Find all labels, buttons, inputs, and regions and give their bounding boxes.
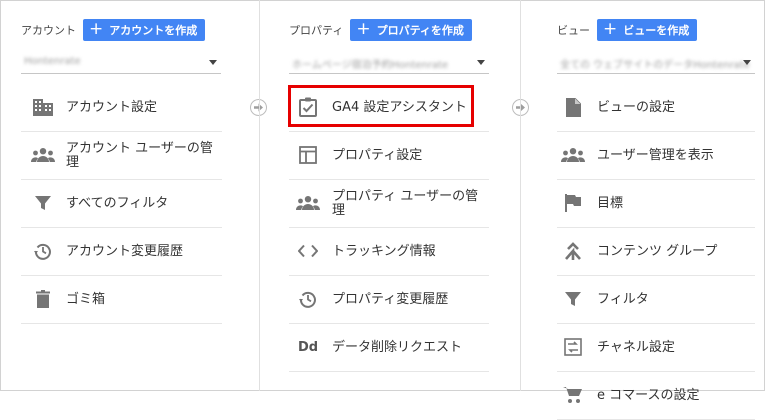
people-icon	[31, 145, 55, 165]
menu-item-account-settings[interactable]: アカウント設定	[21, 84, 222, 132]
create-property-button[interactable]: + プロパティを作成	[350, 19, 472, 41]
flag-icon	[561, 193, 585, 213]
chevron-down-icon	[743, 60, 751, 65]
menu-item-view-settings[interactable]: ビューの設定	[557, 84, 755, 132]
property-column: プロパティ + プロパティを作成 ホームページ宿泊予約Hontenrate GA…	[259, 0, 500, 391]
view-selector-value: 全ての ウェブサイトのデータHontenrate	[560, 60, 750, 71]
account-column-title: アカウント	[21, 24, 76, 37]
property-settings-icon	[296, 145, 320, 165]
dd-glyph: Dd	[297, 339, 319, 355]
channel-icon	[561, 337, 585, 357]
menu-item-label: アカウント ユーザーの管理	[66, 140, 213, 170]
menu-item-view-user-management[interactable]: ユーザー管理を表示	[557, 132, 755, 180]
filter-icon	[561, 289, 585, 309]
menu-item-content-grouping[interactable]: コンテンツ グループ	[557, 228, 755, 276]
ga4-setup-highlight-box	[288, 85, 474, 127]
account-menu: アカウント設定 アカウント ユーザーの管理 すべてのフィルタ アカウント変更履歴…	[21, 84, 222, 324]
cart-icon	[561, 385, 585, 405]
people-icon	[561, 145, 585, 165]
chevron-down-icon	[209, 60, 217, 65]
create-view-label: ビューを作成	[623, 24, 690, 37]
menu-item-label: プロパティ ユーザーの管理	[332, 188, 479, 218]
menu-item-property-change-history[interactable]: プロパティ変更履歴	[289, 276, 489, 324]
view-menu: ビューの設定 ユーザー管理を表示 目標 コンテンツ グループ フィルタ チャネル…	[557, 84, 755, 420]
menu-item-goals[interactable]: 目標	[557, 180, 755, 228]
menu-item-label: プロパティ変更履歴	[332, 291, 449, 307]
view-selector[interactable]: 全ての ウェブサイトのデータHontenrate	[557, 52, 755, 74]
chevron-down-icon	[477, 60, 485, 65]
menu-item-label: すべてのフィルタ	[66, 195, 169, 211]
property-selector-value: ホームページ宿泊予約Hontenrate	[292, 60, 449, 71]
menu-item-all-filters[interactable]: すべてのフィルタ	[21, 180, 222, 228]
menu-item-label: ユーザー管理を表示	[597, 147, 714, 163]
view-column-title: ビュー	[557, 24, 590, 37]
property-column-title: プロパティ	[289, 24, 344, 37]
menu-item-label: データ削除リクエスト	[332, 339, 463, 355]
menu-item-label: アカウント変更履歴	[66, 243, 184, 259]
menu-item-label: フィルタ	[597, 291, 649, 307]
menu-item-label: チャネル設定	[597, 339, 675, 355]
menu-item-label: ビューの設定	[597, 99, 676, 115]
plus-icon: +	[356, 19, 371, 39]
account-selector[interactable]: Hontenrate	[21, 52, 221, 74]
document-icon	[561, 97, 585, 117]
building-icon	[31, 97, 55, 117]
people-icon	[296, 193, 320, 213]
plus-icon: +	[603, 19, 618, 39]
account-column: アカウント + アカウントを作成 Hontenrate アカウント設定 アカウン…	[0, 0, 238, 391]
create-account-label: アカウントを作成	[109, 24, 198, 37]
menu-item-ecommerce-settings[interactable]: e コマースの設定	[557, 372, 755, 420]
menu-item-label: ゴミ箱	[66, 291, 106, 307]
menu-item-channel-settings[interactable]: チャネル設定	[557, 324, 755, 372]
view-column: ビュー + ビューを作成 全ての ウェブサイトのデータHontenrate ビュ…	[520, 0, 765, 420]
create-view-button[interactable]: + ビューを作成	[597, 19, 698, 41]
trash-icon	[31, 289, 55, 309]
create-account-button[interactable]: + アカウントを作成	[83, 19, 206, 41]
dd-icon: Dd	[296, 337, 320, 357]
plus-icon: +	[89, 19, 104, 39]
menu-item-label: アカウント設定	[66, 99, 158, 115]
history-icon	[31, 241, 55, 261]
menu-item-filters[interactable]: フィルタ	[557, 276, 755, 324]
content-group-icon	[561, 241, 585, 261]
account-header: アカウント + アカウントを作成	[21, 19, 206, 41]
menu-item-label: コンテンツ グループ	[597, 243, 718, 259]
menu-item-label: トラッキング情報	[332, 243, 436, 259]
property-menu: GA4 設定アシスタント プロパティ設定 プロパティ ユーザーの管理 トラッキン…	[289, 84, 489, 372]
view-header: ビュー + ビューを作成	[557, 19, 698, 41]
account-selector-value: Hontenrate	[24, 56, 81, 67]
menu-item-data-deletion-request[interactable]: Dd データ削除リクエスト	[289, 324, 489, 372]
menu-item-property-settings[interactable]: プロパティ設定	[289, 132, 489, 180]
menu-item-account-change-history[interactable]: アカウント変更履歴	[21, 228, 222, 276]
menu-item-account-user-management[interactable]: アカウント ユーザーの管理	[21, 132, 222, 180]
code-icon	[296, 241, 320, 261]
filter-icon	[31, 193, 55, 213]
menu-item-label: e コマースの設定	[597, 387, 700, 403]
create-property-label: プロパティを作成	[376, 24, 464, 37]
menu-item-property-user-management[interactable]: プロパティ ユーザーの管理	[289, 180, 489, 228]
menu-item-trash[interactable]: ゴミ箱	[21, 276, 222, 324]
menu-item-label: 目標	[597, 195, 624, 211]
history-icon	[296, 289, 320, 309]
property-selector[interactable]: ホームページ宿泊予約Hontenrate	[289, 52, 489, 74]
property-header: プロパティ + プロパティを作成	[289, 19, 472, 41]
menu-item-tracking-info[interactable]: トラッキング情報	[289, 228, 489, 276]
menu-item-label: プロパティ設定	[332, 147, 423, 163]
